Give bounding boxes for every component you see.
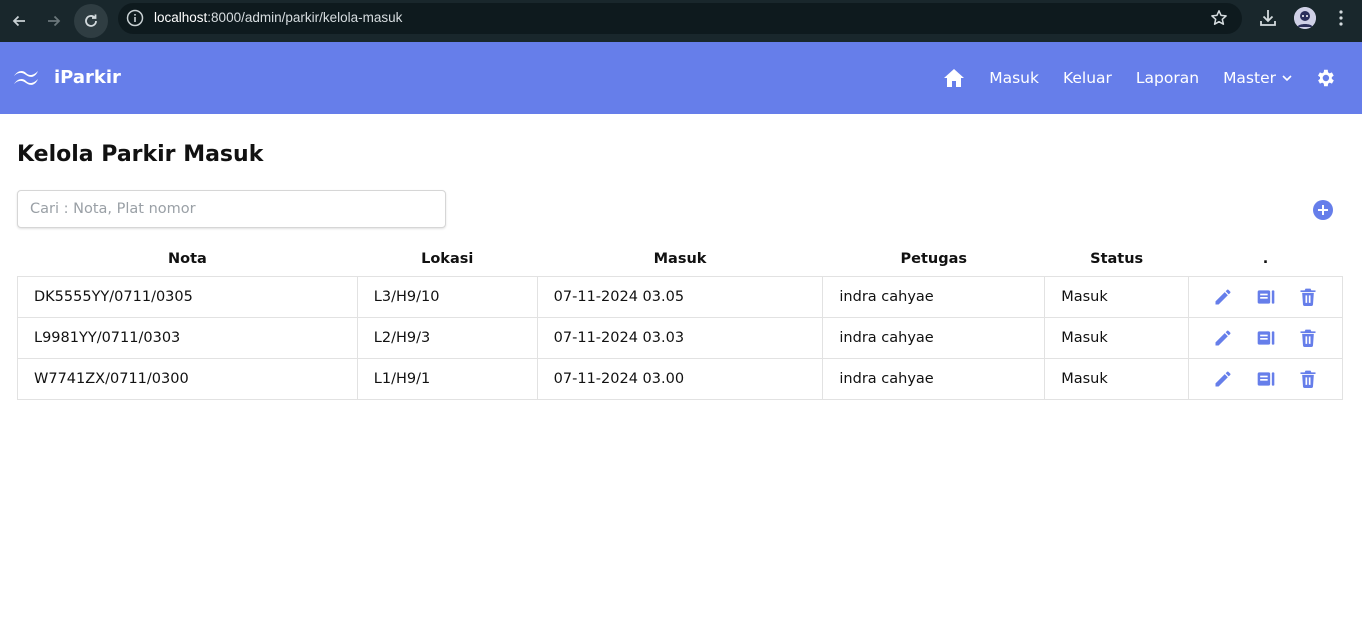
header-petugas: Petugas — [900, 250, 968, 267]
cell-petugas: indra cahyae — [822, 357, 1046, 400]
header-lokasi: Lokasi — [421, 250, 474, 267]
header-nota: Nota — [167, 250, 207, 267]
trash-icon — [1300, 329, 1316, 347]
detail-icon — [1257, 371, 1274, 386]
app-navbar: iParkir Masuk Keluar Laporan Master — [0, 42, 1362, 114]
table-row: L9981YY/0711/0303 L2/H9/3 07-11-2024 03.… — [17, 316, 1343, 359]
forward-icon — [48, 15, 61, 27]
nav-keluar[interactable]: Keluar — [1063, 69, 1112, 87]
nav-master-label: Master — [1223, 69, 1276, 87]
header-actions: . — [1262, 250, 1269, 267]
cell-masuk: 07-11-2024 03.03 — [536, 316, 824, 359]
brand[interactable]: iParkir — [12, 66, 121, 88]
table-row: DK5555YY/0711/0305 L3/H9/10 07-11-2024 0… — [17, 275, 1343, 318]
delete-button[interactable] — [1298, 328, 1318, 348]
star-icon[interactable] — [1210, 9, 1228, 27]
gear-icon[interactable] — [1314, 67, 1336, 89]
cell-nota: DK5555YY/0711/0305 — [17, 275, 358, 318]
download-icon[interactable] — [1258, 8, 1278, 28]
back-button[interactable] — [4, 6, 34, 36]
reload-icon — [85, 14, 97, 27]
table-row: W7741ZX/0711/0300 L1/H9/1 07-11-2024 03.… — [17, 357, 1343, 400]
browser-toolbar: localhost:8000/admin/parkir/kelola-masuk — [0, 0, 1362, 42]
detail-button[interactable] — [1256, 369, 1276, 389]
pencil-icon — [1215, 289, 1231, 304]
trash-icon — [1300, 370, 1316, 388]
detail-icon — [1257, 330, 1274, 345]
cell-status: Masuk — [1044, 357, 1190, 400]
forward-button[interactable] — [39, 6, 69, 36]
delete-button[interactable] — [1298, 287, 1318, 307]
cell-status: Masuk — [1044, 316, 1190, 359]
reload-button[interactable] — [74, 4, 108, 38]
cell-lokasi: L2/H9/3 — [356, 316, 538, 359]
cell-nota: W7741ZX/0711/0300 — [17, 357, 358, 400]
cell-status: Masuk — [1044, 275, 1190, 318]
info-icon[interactable] — [126, 9, 144, 27]
main-nav: Masuk Keluar Laporan Master — [943, 42, 1336, 114]
nav-masuk[interactable]: Masuk — [989, 69, 1039, 87]
edit-button[interactable] — [1213, 328, 1233, 348]
cell-masuk: 07-11-2024 03.05 — [536, 275, 824, 318]
plus-circle-icon[interactable] — [1313, 200, 1333, 220]
edit-button[interactable] — [1213, 287, 1233, 307]
url-path: :8000/admin/parkir/kelola-masuk — [207, 10, 403, 25]
cell-actions — [1188, 357, 1343, 400]
nav-laporan[interactable]: Laporan — [1136, 69, 1199, 87]
wave-logo-icon — [14, 71, 38, 85]
back-icon — [12, 15, 25, 27]
home-icon[interactable] — [943, 68, 965, 88]
pencil-icon — [1215, 371, 1231, 386]
nav-master-dropdown[interactable]: Master — [1223, 69, 1292, 87]
cell-petugas: indra cahyae — [822, 275, 1046, 318]
detail-button[interactable] — [1256, 328, 1276, 348]
cell-petugas: indra cahyae — [822, 316, 1046, 359]
trash-icon — [1300, 288, 1316, 306]
cell-lokasi: L1/H9/1 — [356, 357, 538, 400]
delete-button[interactable] — [1298, 369, 1318, 389]
header-masuk: Masuk — [653, 250, 707, 267]
url-host: localhost — [154, 10, 208, 25]
cell-actions — [1188, 316, 1343, 359]
detail-button[interactable] — [1256, 287, 1276, 307]
edit-button[interactable] — [1213, 369, 1233, 389]
url-text: localhost:8000/admin/parkir/kelola-masuk — [154, 10, 402, 25]
address-bar[interactable]: localhost:8000/admin/parkir/kelola-masuk — [118, 3, 1242, 34]
avatar-icon — [1294, 7, 1316, 29]
menu-icon[interactable] — [1332, 9, 1350, 27]
chevron-down-icon — [1282, 75, 1292, 82]
table-header-row: Nota Lokasi Masuk Petugas Status . — [18, 242, 1343, 276]
cell-nota: L9981YY/0711/0303 — [17, 316, 358, 359]
profile-avatar[interactable] — [1294, 7, 1316, 29]
cell-actions — [1188, 275, 1343, 318]
parkir-masuk-table: Nota Lokasi Masuk Petugas Status . DK555… — [17, 242, 1343, 400]
brand-title: iParkir — [54, 66, 121, 88]
page-title: Kelola Parkir Masuk — [17, 142, 264, 167]
pencil-icon — [1215, 330, 1231, 345]
search-input[interactable] — [17, 190, 446, 228]
cell-masuk: 07-11-2024 03.00 — [536, 357, 824, 400]
detail-icon — [1257, 289, 1274, 304]
cell-lokasi: L3/H9/10 — [356, 275, 538, 318]
header-status: Status — [1090, 250, 1144, 267]
